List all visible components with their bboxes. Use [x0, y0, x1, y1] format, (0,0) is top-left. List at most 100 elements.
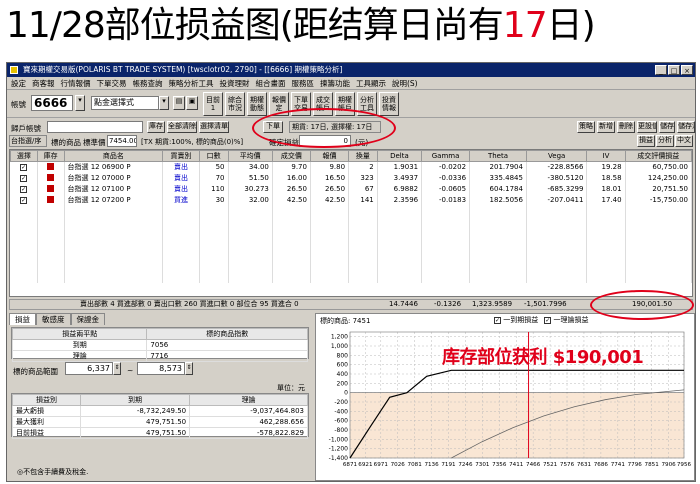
- menu-item-11[interactable]: 說明(S): [392, 77, 418, 89]
- grid-header-5[interactable]: 平均價: [227, 150, 273, 162]
- x-tick-label: 7956: [677, 462, 692, 468]
- x-tick-label: 7906: [661, 462, 676, 468]
- row2-button-2[interactable]: 選擇清單: [199, 121, 229, 133]
- grid-header-9[interactable]: Delta: [376, 150, 423, 162]
- row2-right-button-2[interactable]: 刪除: [617, 121, 635, 133]
- toolbar-button-0[interactable]: 目前 1: [203, 92, 223, 116]
- range-from-input[interactable]: 6,337: [65, 362, 113, 375]
- checkbox-mark[interactable]: ✓: [20, 197, 28, 204]
- table-row[interactable]: ✓ 台指選 12 07200 P 買進 30 32.00 42.50 42.50 141 2.3…: [10, 194, 692, 206]
- cell-avg: 34.00: [228, 161, 273, 173]
- grid-header-2[interactable]: 商品名: [63, 150, 164, 162]
- menu-item-9[interactable]: 揀籌功能: [320, 77, 350, 89]
- y-tick-label: -600: [334, 418, 348, 425]
- row2-right-button-0[interactable]: 策略: [577, 121, 595, 133]
- legend-expiry-label: 一到期損益: [503, 316, 539, 324]
- row2-right-button-4[interactable]: 儲存: [659, 121, 675, 133]
- menu-item-4[interactable]: 帳務查詢: [133, 77, 163, 89]
- legend-expiry[interactable]: ✓ 一到期損益: [494, 315, 538, 325]
- legend-expiry-checkbox[interactable]: ✓: [494, 317, 501, 324]
- row2-right-button-1[interactable]: 新增: [597, 121, 615, 133]
- group-account-input[interactable]: [47, 121, 143, 133]
- cell-pnl: 60,750.00: [625, 161, 692, 173]
- print-icon[interactable]: ▤: [173, 96, 185, 110]
- row3-right-button-1[interactable]: 分析: [656, 135, 674, 147]
- tab-0[interactable]: 損益: [9, 313, 36, 325]
- row2-button-1[interactable]: 全部清除: [167, 121, 197, 133]
- grid-header-1[interactable]: 庫存: [36, 150, 65, 162]
- grid-header-4[interactable]: 口數: [198, 150, 229, 162]
- checkbox-mark[interactable]: ✓: [20, 175, 28, 182]
- y-tick-label: 800: [337, 352, 349, 359]
- table-row[interactable]: ✓ 台指選 12 07100 P 賣出 110 30.273 26.50 26.50 67 6.…: [10, 183, 692, 195]
- row-checkbox[interactable]: ✓: [10, 194, 38, 206]
- toolbar-button-2[interactable]: 期權 動態: [247, 92, 267, 116]
- grid-header-6[interactable]: 成交價: [271, 150, 311, 162]
- pl-cell: 462,288.656: [189, 416, 308, 428]
- grid-header-10[interactable]: Gamma: [421, 150, 471, 162]
- grid-header-11[interactable]: Theta: [469, 150, 527, 162]
- range-to-input[interactable]: 8,573: [137, 362, 185, 375]
- legend-theory[interactable]: ✓ 一理論損益: [544, 315, 588, 325]
- pl-cell: -9,037,464.803: [189, 405, 308, 417]
- save-icon[interactable]: ▣: [186, 96, 198, 110]
- cell-trade: 26.50: [272, 183, 311, 195]
- close-icon[interactable]: ×: [681, 65, 693, 75]
- range-from-spinner[interactable]: ⇕: [113, 362, 121, 375]
- table-row[interactable]: ✓ 台指選 12 07000 P 賣出 70 51.50 16.00 16.50 323 3.4…: [10, 172, 692, 184]
- menu-item-1[interactable]: 商客報: [32, 77, 55, 89]
- legend-theory-checkbox[interactable]: ✓: [544, 317, 552, 324]
- row2-button-0[interactable]: 庫存: [147, 121, 165, 133]
- cell-vol: 141: [348, 194, 378, 206]
- strategy-dropdown-icon[interactable]: ▾: [159, 96, 169, 110]
- account-dropdown-icon[interactable]: ▾: [75, 95, 85, 111]
- grid-header-12[interactable]: Vega: [525, 150, 588, 162]
- pl-cell: -578,822.829: [189, 427, 308, 439]
- account-input[interactable]: 6666: [31, 95, 73, 111]
- tab-1[interactable]: 敏感度: [36, 313, 71, 325]
- menu-item-10[interactable]: 工具顯示: [356, 77, 386, 89]
- grid-header-7[interactable]: 報價: [309, 150, 350, 162]
- menu-item-2[interactable]: 行情報價: [61, 77, 91, 89]
- grid-header-14[interactable]: 成交評價損益: [624, 150, 692, 162]
- menu-item-7[interactable]: 組合畫面: [256, 77, 286, 89]
- tab-2[interactable]: 保證金: [70, 313, 105, 325]
- table-row[interactable]: ✓ 台指選 12 06900 P 賣出 50 34.00 9.70 9.80 2 1.9031-…: [10, 161, 692, 173]
- cell-avg: 32.00: [228, 194, 273, 206]
- menu-item-3[interactable]: 下單交易: [97, 77, 127, 89]
- cell-pnl: 124,250.00: [625, 172, 692, 184]
- grid-header-13[interactable]: IV: [586, 150, 626, 162]
- cell-trade: 42.50: [272, 194, 311, 206]
- x-tick-label: 7576: [560, 462, 575, 468]
- row2-right-button-3[interactable]: 更設值: [637, 121, 657, 133]
- maximize-icon[interactable]: □: [668, 65, 680, 75]
- strategy-select[interactable]: 點金選擇式: [91, 96, 159, 110]
- std-price-input[interactable]: 7454.00: [107, 135, 137, 147]
- x-tick-label: 7851: [645, 462, 660, 468]
- chart-underlying-label: 標的商品: 7451: [320, 317, 371, 325]
- row-checkbox[interactable]: ✓: [10, 172, 38, 184]
- menu-item-0[interactable]: 設定: [11, 77, 26, 89]
- grid-header-3[interactable]: 買賣別: [162, 150, 200, 162]
- cell-qty: 30: [199, 194, 229, 206]
- menu-item-6[interactable]: 投資理財: [220, 77, 250, 89]
- row2-right-button-5[interactable]: 儲存清單: [677, 121, 695, 133]
- row-checkbox[interactable]: ✓: [10, 161, 38, 173]
- checkbox-mark[interactable]: ✓: [20, 164, 28, 172]
- account-label: 帳號: [11, 100, 26, 109]
- product-select[interactable]: 台指選/序: [9, 135, 47, 147]
- menu-item-5[interactable]: 策略分析工具: [169, 77, 214, 89]
- range-to-spinner[interactable]: ⇕: [185, 362, 193, 375]
- checkbox-mark[interactable]: ✓: [20, 186, 28, 193]
- toolbar-button-1[interactable]: 綜合 市況: [225, 92, 245, 116]
- row3-right-button-0[interactable]: 損益: [637, 135, 655, 147]
- minimize-icon[interactable]: _: [655, 65, 667, 75]
- cell-side: 賣出: [162, 161, 200, 173]
- toolbar-button-8[interactable]: 投資 情報: [379, 92, 399, 116]
- grid-header-8[interactable]: 換量: [348, 150, 378, 162]
- row-checkbox[interactable]: ✓: [10, 183, 38, 195]
- menu-item-8[interactable]: 服務區: [292, 77, 315, 89]
- row3-right-button-2[interactable]: 中文: [675, 135, 693, 147]
- grid-header-0[interactable]: 選擇: [10, 150, 38, 162]
- cell-quote: 16.50: [310, 172, 350, 184]
